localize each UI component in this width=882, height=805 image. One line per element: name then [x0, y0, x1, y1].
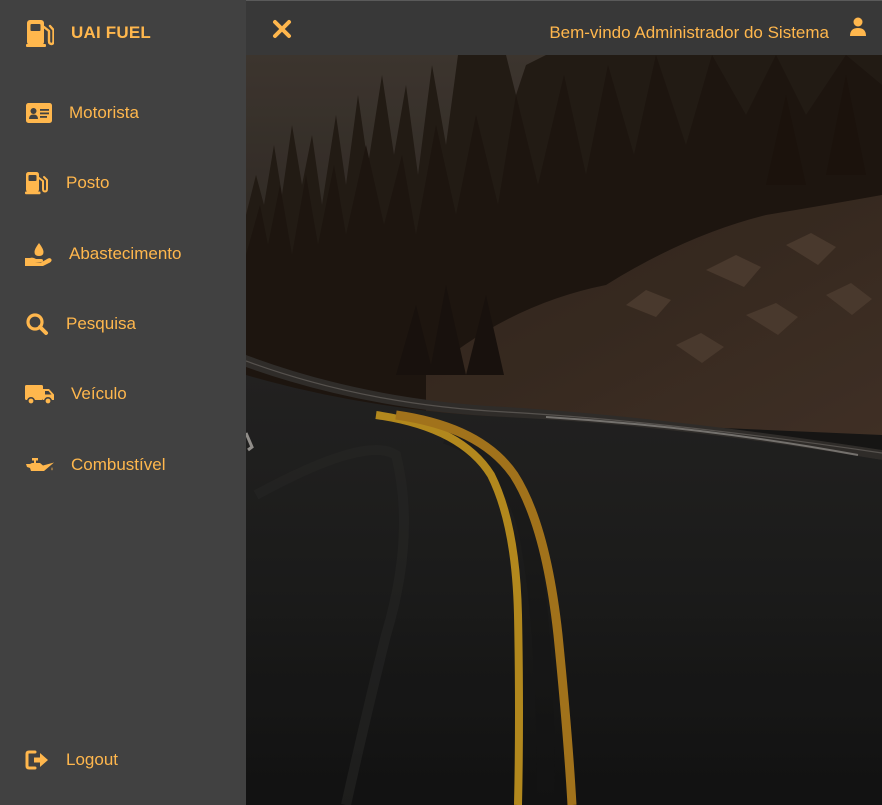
- sidebar-item-posto[interactable]: Posto: [0, 159, 246, 207]
- sidebar-item-label: Posto: [66, 173, 110, 192]
- logout-button[interactable]: Logout: [0, 736, 246, 784]
- top-bar: Bem-vindo Administrador do Sistema: [246, 0, 882, 55]
- gas-pump-icon: [26, 18, 55, 48]
- id-card-icon: [25, 101, 53, 125]
- sign-out-icon: [25, 748, 53, 772]
- sidebar-item-pesquisa[interactable]: Pesquisa: [0, 300, 246, 348]
- sidebar-item-veiculo[interactable]: Veículo: [0, 370, 246, 418]
- sidebar-item-label: Combustível: [71, 455, 166, 474]
- sidebar-item-label: Motorista: [69, 103, 139, 122]
- truck-icon: [25, 382, 54, 406]
- sidebar-item-abastecimento[interactable]: Abastecimento: [0, 230, 246, 278]
- brand[interactable]: UAI FUEL: [0, 0, 246, 66]
- sidebar: UAI FUEL Motorista Posto Abastecimento P…: [0, 0, 246, 805]
- gas-pump-icon: [25, 171, 53, 195]
- welcome-message: Bem-vindo Administrador do Sistema: [549, 23, 829, 42]
- search-icon: [25, 312, 53, 336]
- sidebar-item-label: Pesquisa: [66, 314, 136, 333]
- logout-label: Logout: [66, 750, 118, 769]
- close-icon[interactable]: [272, 19, 292, 39]
- sidebar-item-combustivel[interactable]: Combustível: [0, 441, 246, 489]
- hand-holding-drop-icon: [25, 242, 53, 266]
- oil-can-icon: [25, 453, 54, 477]
- user-icon[interactable]: [850, 17, 866, 37]
- sidebar-item-label: Veículo: [71, 384, 127, 403]
- sidebar-item-label: Abastecimento: [69, 244, 182, 263]
- brand-label: UAI FUEL: [71, 23, 151, 42]
- sidebar-item-motorista[interactable]: Motorista: [0, 89, 246, 137]
- hero-background-image: [246, 55, 882, 805]
